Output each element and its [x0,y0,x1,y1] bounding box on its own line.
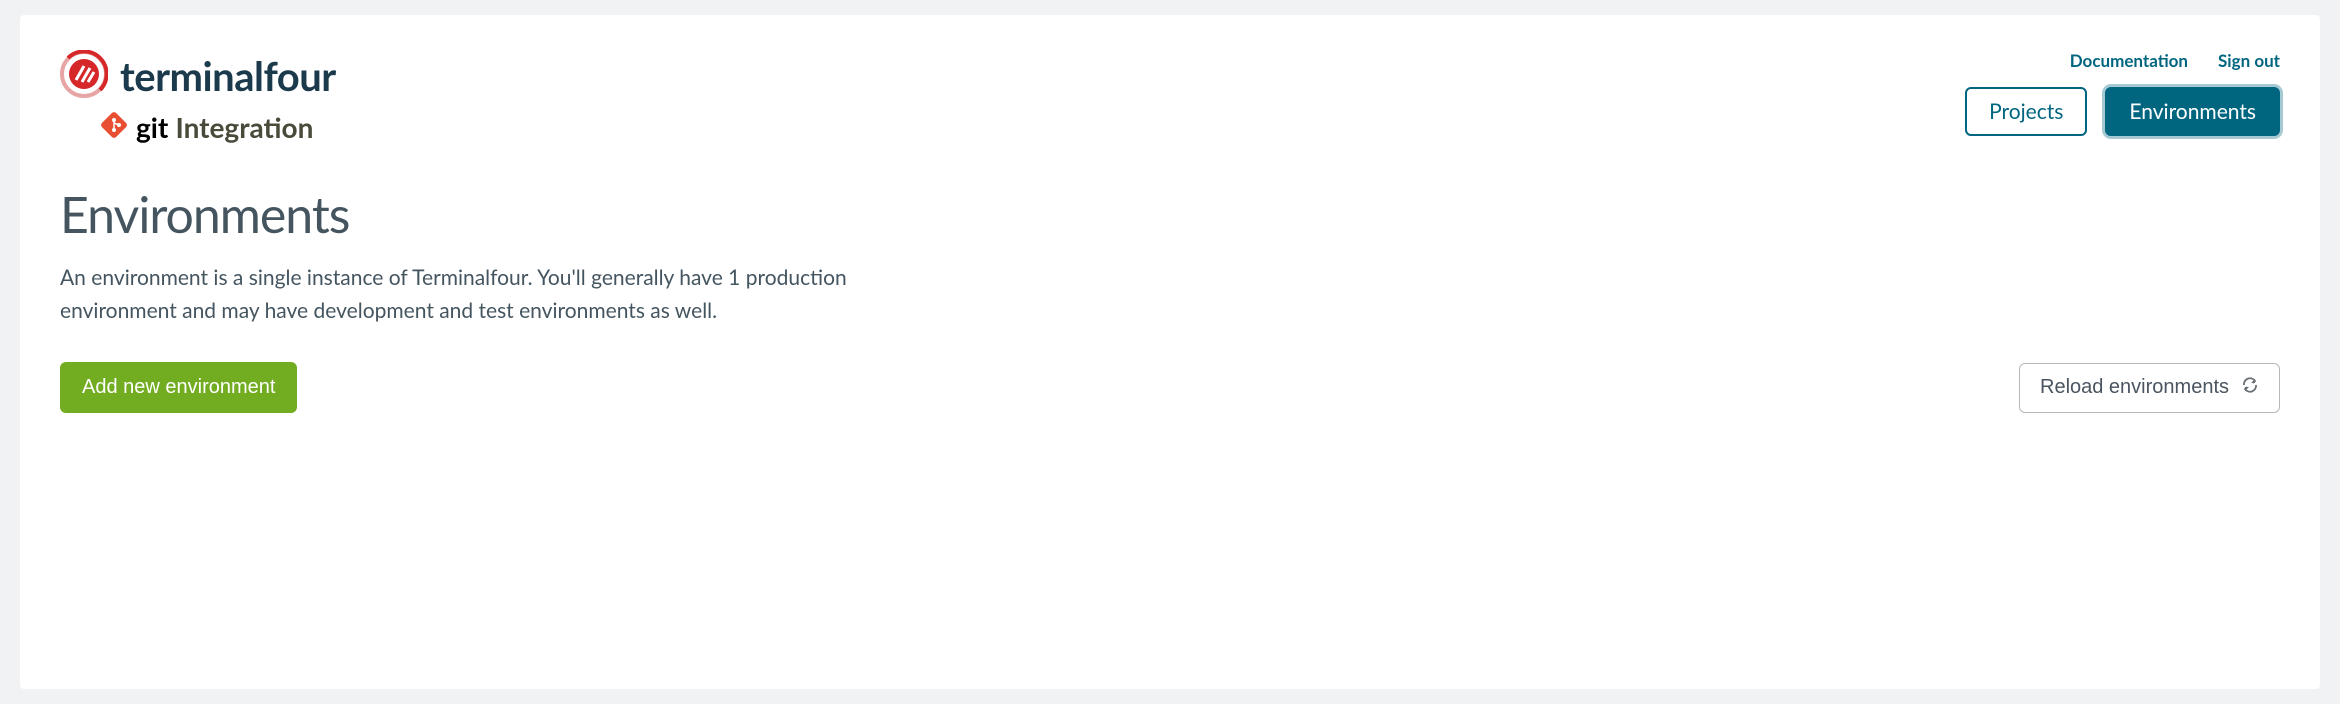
documentation-link[interactable]: Documentation [2070,50,2188,71]
page-title: Environments [60,184,2280,244]
header: terminalfour git Integration [60,50,2280,144]
main-card: terminalfour git Integration [20,15,2320,689]
reload-environments-button[interactable]: Reload environments [2019,363,2280,413]
logo-sub: git Integration [100,110,336,144]
logo-main: terminalfour [60,50,336,102]
tab-projects[interactable]: Projects [1965,87,2087,136]
logo-text: terminalfour [120,52,336,100]
reload-label: Reload environments [2040,376,2229,399]
add-new-environment-button[interactable]: Add new environment [60,362,297,413]
top-right: Documentation Sign out Projects Environm… [1965,50,2280,136]
nav-tabs: Projects Environments [1965,87,2280,136]
top-links: Documentation Sign out [2070,50,2280,71]
branding: terminalfour git Integration [60,50,336,144]
sign-out-link[interactable]: Sign out [2218,50,2280,71]
git-word: git [136,110,168,144]
git-icon [100,111,128,143]
page-description: An environment is a single instance of T… [60,262,860,327]
git-integration-text: git Integration [136,110,313,144]
integration-word: Integration [175,110,313,144]
refresh-icon [2241,376,2259,400]
actions-row: Add new environment Reload environments [60,362,2280,413]
terminalfour-logo-icon [60,50,108,102]
tab-environments[interactable]: Environments [2105,87,2280,136]
